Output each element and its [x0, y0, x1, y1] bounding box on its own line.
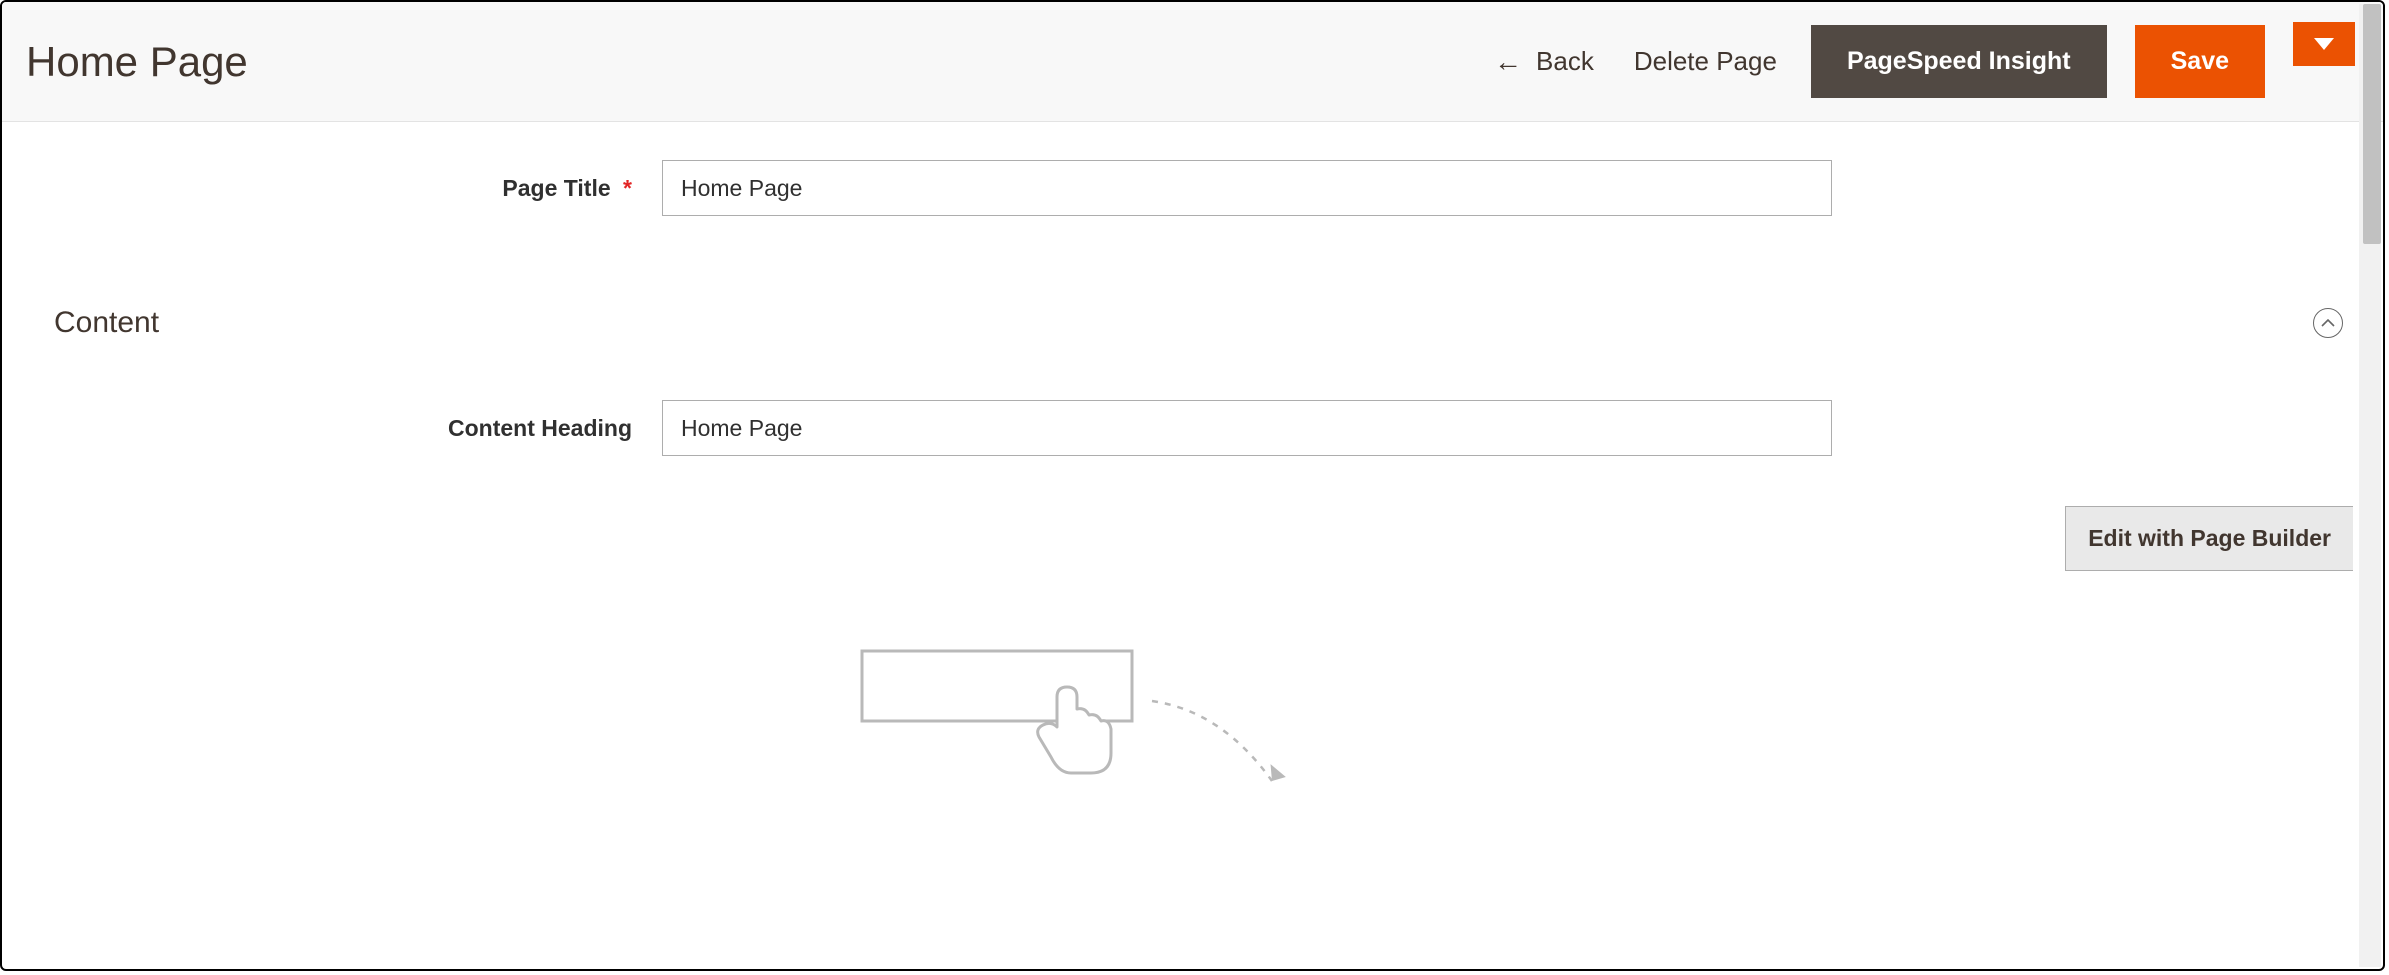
caret-down-icon: [2314, 38, 2334, 50]
content-heading-label: Content Heading: [32, 415, 662, 442]
chevron-up-icon: [2321, 319, 2335, 328]
scrollbar-thumb[interactable]: [2363, 4, 2381, 244]
page-title-label-text: Page Title: [502, 175, 610, 201]
required-asterisk: *: [623, 175, 632, 201]
back-button[interactable]: ← Back: [1488, 36, 1600, 87]
page-title-field-row: Page Title *: [32, 160, 2353, 216]
header-actions: ← Back Delete Page PageSpeed Insight Sav…: [1488, 25, 2355, 98]
content-heading-input[interactable]: [662, 400, 1832, 456]
save-button[interactable]: Save: [2135, 25, 2265, 98]
collapse-toggle[interactable]: [2313, 308, 2343, 338]
page-builder-placeholder[interactable]: [32, 641, 2353, 811]
pagespeed-insight-button[interactable]: PageSpeed Insight: [1811, 25, 2107, 98]
edit-builder-wrap: Edit with Page Builder: [32, 506, 2353, 571]
arrow-left-icon: ←: [1494, 48, 1522, 76]
form-area: Page Title * Content Content Heading Edi…: [2, 122, 2383, 811]
content-section-title: Content: [54, 306, 159, 340]
page-header: Home Page ← Back Delete Page PageSpeed I…: [2, 2, 2383, 122]
content-heading-label-text: Content Heading: [448, 415, 632, 441]
delete-page-button[interactable]: Delete Page: [1628, 36, 1783, 87]
page-title-input[interactable]: [662, 160, 1832, 216]
content-heading-field-row: Content Heading: [32, 400, 2353, 456]
delete-label: Delete Page: [1634, 46, 1777, 77]
drag-drop-illustration-icon: [852, 641, 1312, 811]
save-label: Save: [2171, 47, 2229, 75]
pagespeed-label: PageSpeed Insight: [1847, 47, 2071, 75]
back-label: Back: [1536, 46, 1594, 77]
page-title: Home Page: [26, 38, 248, 86]
page-title-label: Page Title *: [32, 175, 662, 202]
save-dropdown-button[interactable]: [2293, 22, 2355, 66]
edit-builder-label: Edit with Page Builder: [2088, 525, 2331, 551]
content-section-header[interactable]: Content: [32, 266, 2353, 400]
edit-with-page-builder-button[interactable]: Edit with Page Builder: [2065, 506, 2353, 571]
